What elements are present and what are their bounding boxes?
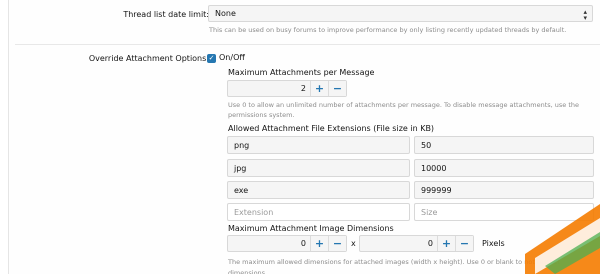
max-attachments-hint-2: permissions system. <box>228 111 295 119</box>
size-input[interactable]: 50 <box>414 136 594 154</box>
extension-input-empty[interactable]: Extension <box>227 203 410 221</box>
size-input-empty[interactable]: Size <box>414 203 594 221</box>
extension-value: exe <box>234 185 249 195</box>
size-value: 999999 <box>421 185 452 195</box>
size-placeholder: Size <box>421 207 438 217</box>
on-off-label: On/Off <box>219 53 245 62</box>
extension-input[interactable]: png <box>227 136 410 154</box>
image-width-value: 0 <box>300 239 306 248</box>
plus-icon: + <box>314 237 325 250</box>
select-arrows-icon: ▴ ▾ <box>583 8 587 22</box>
thread-list-date-limit-value: None <box>215 9 236 18</box>
size-value: 50 <box>421 140 432 150</box>
image-height-increase-button[interactable]: + <box>437 236 455 251</box>
minus-icon: − <box>332 237 343 250</box>
extension-input[interactable]: jpg <box>227 159 410 177</box>
image-height-decrease-button[interactable]: − <box>455 236 473 251</box>
on-off-checkbox[interactable]: ✓ <box>207 54 216 63</box>
thread-list-date-limit-row: Thread list date limit: None ▴ ▾ This can… <box>9 0 600 45</box>
thread-list-date-limit-label: Thread list date limit: <box>123 10 209 19</box>
plus-icon: + <box>441 237 452 250</box>
size-input[interactable]: 999999 <box>414 181 594 199</box>
minus-icon: − <box>332 82 343 95</box>
check-icon: ✓ <box>208 54 215 62</box>
extension-placeholder: Extension <box>234 207 274 217</box>
attachment-options-row: Override Attachment Options: ✓ On/Off Ma… <box>9 45 600 274</box>
image-width-increase-button[interactable]: + <box>310 236 328 251</box>
max-attachments-stepper[interactable]: 2 + − <box>227 80 347 97</box>
options-panel: Thread list date limit: None ▴ ▾ This can… <box>8 0 600 274</box>
image-width-stepper[interactable]: 0 + − <box>227 235 347 252</box>
minus-icon: − <box>459 237 470 250</box>
image-width-decrease-button[interactable]: − <box>328 236 346 251</box>
thread-list-date-limit-select[interactable]: None ▴ ▾ <box>208 5 593 22</box>
extension-input[interactable]: exe <box>227 181 410 199</box>
dimension-separator: x <box>351 239 356 248</box>
image-dimensions-hint: The maximum allowed dimensions for attac… <box>228 258 561 274</box>
size-value: 10000 <box>421 163 447 173</box>
image-dimensions-label: Maximum Attachment Image Dimensions <box>228 224 394 233</box>
pixels-unit-label: Pixels <box>482 239 505 248</box>
image-height-stepper[interactable]: 0 + − <box>359 235 474 252</box>
size-input[interactable]: 10000 <box>414 159 594 177</box>
extension-value: jpg <box>234 163 247 173</box>
attachment-options-label: Override Attachment Options: <box>88 54 209 63</box>
plus-icon: + <box>314 82 325 95</box>
max-attachments-value: 2 <box>300 84 306 93</box>
thread-list-date-limit-hint: This can be used on busy forums to impro… <box>209 26 567 34</box>
image-height-value: 0 <box>427 239 433 248</box>
max-attachments-decrease-button[interactable]: − <box>328 81 346 96</box>
extension-value: png <box>234 140 250 150</box>
extensions-label: Allowed Attachment File Extensions (File… <box>228 124 435 133</box>
max-attachments-label: Maximum Attachments per Message <box>228 68 375 77</box>
max-attachments-increase-button[interactable]: + <box>310 81 328 96</box>
